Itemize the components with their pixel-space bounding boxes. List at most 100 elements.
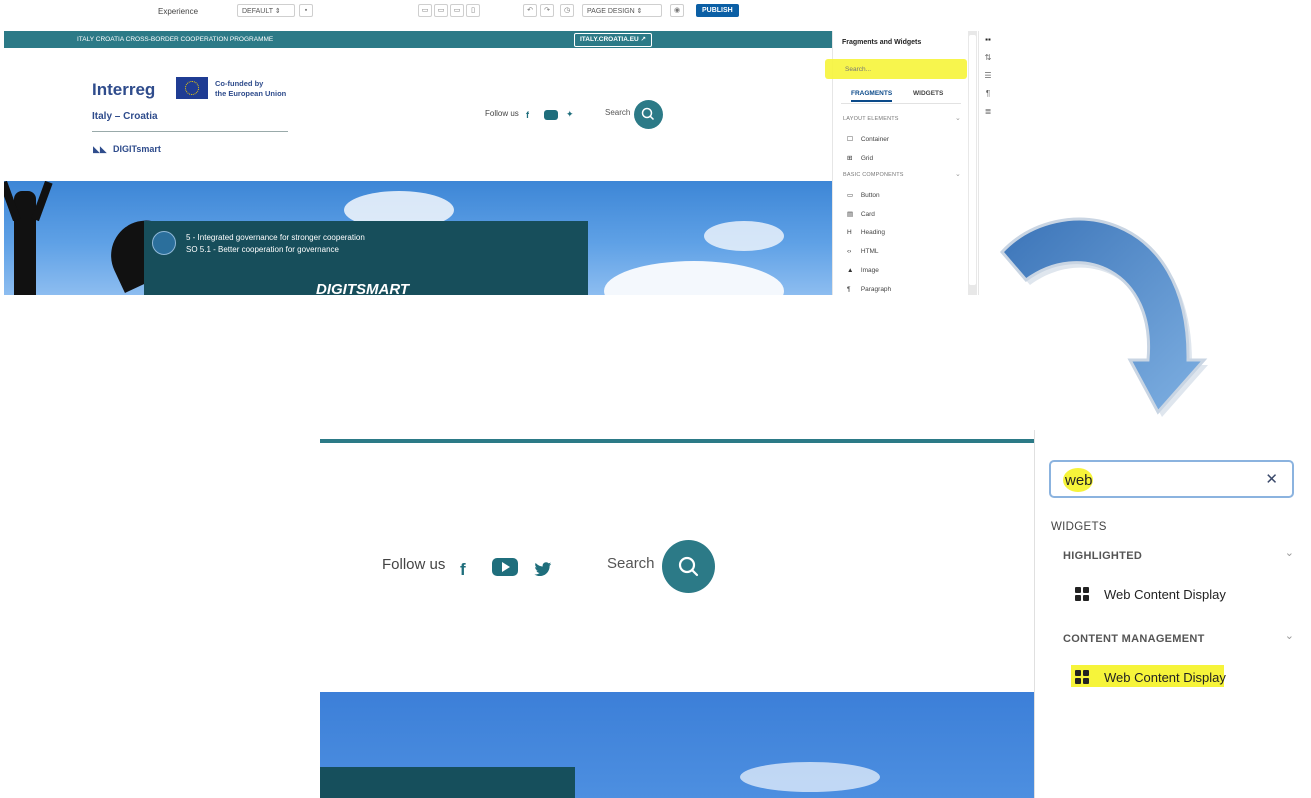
project-logo: DIGITsmart (113, 144, 161, 154)
grid-icon (1075, 587, 1089, 601)
tablet-view-icon[interactable]: ▭ (434, 4, 448, 17)
mode-select[interactable]: PAGE DESIGN ⇕ (582, 4, 662, 17)
facebook-icon[interactable]: f (526, 110, 529, 120)
widgets-search-panel: ✕ WIDGETS HIGHLIGHTED ⌄ Web Content Disp… (1034, 430, 1311, 798)
banner-link-label: ITALY.CROATIA.EU (580, 36, 639, 43)
fragment-container[interactable]: ☐ Container (847, 135, 889, 143)
paragraph-icon: ¶ (847, 286, 851, 293)
cloud-shape (704, 221, 784, 251)
landscape-view-icon[interactable]: ▭ (450, 4, 464, 17)
fragment-label: Grid (860, 155, 874, 162)
cloud-shape (740, 762, 880, 792)
section-content-management[interactable]: CONTENT MANAGEMENT (1063, 633, 1205, 645)
widget-web-content-display[interactable]: Web Content Display (1075, 584, 1226, 606)
facebook-icon[interactable]: f (460, 560, 466, 580)
panel-scrollbar[interactable] (968, 31, 977, 295)
twitter-icon[interactable]: ✦ (566, 109, 574, 120)
hero-title: DIGITSMART (316, 281, 410, 295)
follow-us-label: Follow us (485, 109, 519, 118)
fragment-paragraph[interactable]: ¶ Paragraph (847, 286, 891, 293)
interreg-logo: Interreg (92, 80, 156, 99)
search-icon (678, 556, 699, 577)
search-label: Search (607, 555, 655, 572)
fragment-image[interactable]: ▲ Image (847, 267, 879, 274)
settings-icon[interactable]: ≣ (979, 103, 996, 121)
format-icon[interactable]: ¶ (979, 85, 996, 103)
card-icon: ▤ (847, 211, 854, 218)
fragment-grid[interactable]: ⊞ Grid (847, 154, 873, 162)
site-search-button[interactable] (662, 540, 715, 593)
fragments-widgets-panel: Fragments and Widgets FRAGMENTS WIDGETS … (825, 31, 969, 295)
page-structure-icon[interactable]: ⇅ (979, 49, 996, 67)
chevron-down-icon[interactable]: ⌄ (955, 170, 961, 178)
history-icon[interactable]: ◷ (560, 4, 574, 17)
desktop-view-icon[interactable]: ▭ (418, 4, 432, 17)
logo-divider (92, 131, 288, 132)
zoomed-screenshot: Follow us f Search ✕ WIDGETS HIGHLIGHTED… (320, 430, 1311, 798)
widgets-search-input[interactable] (1055, 466, 1267, 494)
cloud-shape (604, 261, 784, 295)
experience-label: Experience (158, 7, 199, 16)
grid-icon: ⊞ (847, 155, 853, 162)
cofunded-text-line2: the European Union (215, 89, 287, 98)
widget-label: Web Content Display (1104, 587, 1226, 602)
fragment-label: Image (860, 267, 879, 274)
panel-search-input[interactable] (841, 62, 959, 76)
zoomed-banner-edge (320, 439, 1034, 443)
chevron-down-icon[interactable]: ⌄ (955, 114, 961, 122)
programme-banner: ITALY CROATIA CROSS-BORDER COOPERATION P… (4, 31, 832, 48)
fragment-label: Paragraph (860, 286, 892, 293)
preview-eye-icon[interactable]: ◉ (670, 4, 684, 17)
chevron-down-icon[interactable]: ⌄ (1285, 546, 1294, 559)
publish-button[interactable]: PUBLISH (696, 4, 739, 17)
zoomed-hero-image (320, 692, 1034, 798)
fragment-label: Heading (860, 229, 886, 236)
panel-title: Fragments and Widgets (842, 39, 922, 46)
fragment-label: HTML (860, 248, 879, 255)
container-icon: ☐ (847, 136, 853, 143)
section-layout-elements[interactable]: LAYOUT ELEMENTS (843, 116, 899, 122)
fragment-label: Card (860, 211, 875, 218)
fragment-html[interactable]: ‹› HTML (847, 248, 879, 255)
banner-link-button[interactable]: ITALY.CROATIA.EU ↗ (574, 33, 653, 47)
digitsmart-logo-icon: ◣◣ (93, 144, 107, 154)
widgets-grid-icon[interactable]: ▪▪ (979, 31, 996, 49)
chevron-down-icon[interactable]: ⌄ (1285, 629, 1294, 642)
youtube-icon[interactable] (544, 110, 558, 120)
language-flag-button[interactable]: ▪ (299, 4, 313, 17)
person-silhouette (14, 191, 36, 295)
widgets-heading: WIDGETS (1051, 521, 1107, 533)
phone-view-icon[interactable]: ▯ (466, 4, 480, 17)
region-label: Italy – Croatia (92, 111, 158, 122)
editor-screenshot: Experience DEFAULT ⇕ ▪ ▭ ▭ ▭ ▯ ↶ ↷ ◷ PAG… (0, 0, 996, 295)
fragment-button[interactable]: ▭ Button (847, 191, 880, 199)
youtube-icon[interactable] (492, 558, 518, 576)
clear-icon[interactable]: ✕ (1265, 470, 1278, 488)
experience-select[interactable]: DEFAULT ⇕ (237, 4, 295, 17)
tab-divider (841, 103, 961, 104)
hero-caption-box (320, 767, 575, 798)
fragment-card[interactable]: ▤ Card (847, 210, 875, 218)
banner-text: ITALY CROATIA CROSS-BORDER COOPERATION P… (77, 36, 274, 43)
experience-select-value: DEFAULT (242, 8, 273, 15)
section-basic-components[interactable]: BASIC COMPONENTS (843, 172, 904, 178)
follow-us-label: Follow us (382, 556, 446, 573)
code-icon: ‹› (847, 248, 852, 255)
undo-icon[interactable]: ↶ (523, 4, 537, 17)
redo-icon[interactable]: ↷ (540, 4, 554, 17)
fragment-heading[interactable]: H Heading (847, 229, 885, 236)
widgets-search-field[interactable]: ✕ (1049, 460, 1294, 498)
mode-select-value: PAGE DESIGN (587, 8, 635, 15)
hero-objective-text: SO 5.1 - Better cooperation for governan… (186, 245, 339, 254)
grid-icon (1075, 670, 1089, 684)
list-icon[interactable]: ☰ (979, 67, 996, 85)
section-highlighted[interactable]: HIGHLIGHTED (1063, 550, 1142, 562)
tab-fragments[interactable]: FRAGMENTS (851, 90, 893, 102)
search-label: Search (605, 108, 631, 117)
button-icon: ▭ (847, 192, 854, 199)
tab-widgets[interactable]: WIDGETS (913, 90, 943, 97)
widget-web-content-display-highlighted[interactable]: Web Content Display (1075, 667, 1226, 689)
twitter-icon[interactable] (534, 562, 552, 577)
site-search-button[interactable] (634, 100, 663, 129)
hero-image: 5 - Integrated governance for stronger c… (4, 181, 832, 295)
